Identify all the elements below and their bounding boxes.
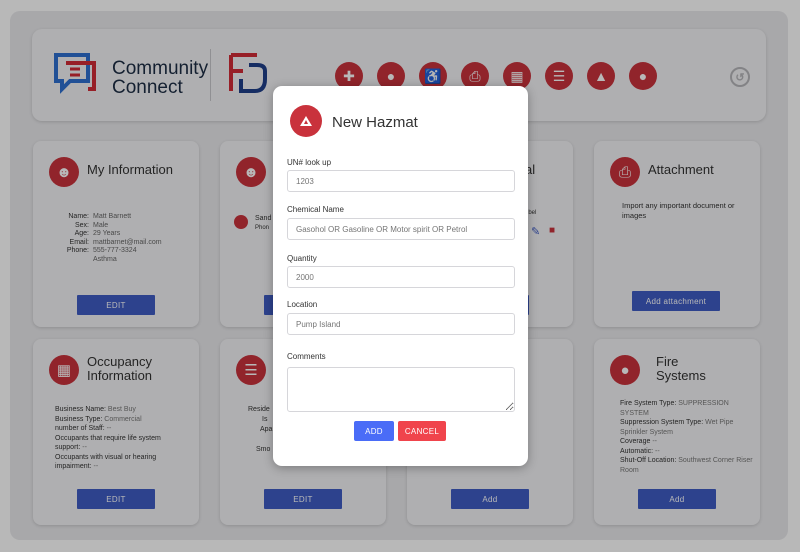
modal-title: New Hazmat xyxy=(332,114,418,131)
location-input[interactable] xyxy=(287,313,515,335)
un-lookup-label: UN# look up xyxy=(287,158,332,167)
quantity-label: Quantity xyxy=(287,254,317,263)
un-lookup-input[interactable] xyxy=(287,170,515,192)
new-hazmat-modal: New Hazmat UN# look up Chemical Name Qua… xyxy=(273,86,528,466)
chemical-name-input[interactable] xyxy=(287,218,515,240)
chemical-name-label: Chemical Name xyxy=(287,205,344,214)
hazmat-icon xyxy=(290,105,322,137)
comments-textarea[interactable] xyxy=(287,367,515,412)
add-button[interactable]: ADD xyxy=(354,421,394,441)
cancel-button[interactable]: CANCEL xyxy=(398,421,446,441)
comments-label: Comments xyxy=(287,352,326,361)
location-label: Location xyxy=(287,300,318,309)
quantity-input[interactable] xyxy=(287,266,515,288)
